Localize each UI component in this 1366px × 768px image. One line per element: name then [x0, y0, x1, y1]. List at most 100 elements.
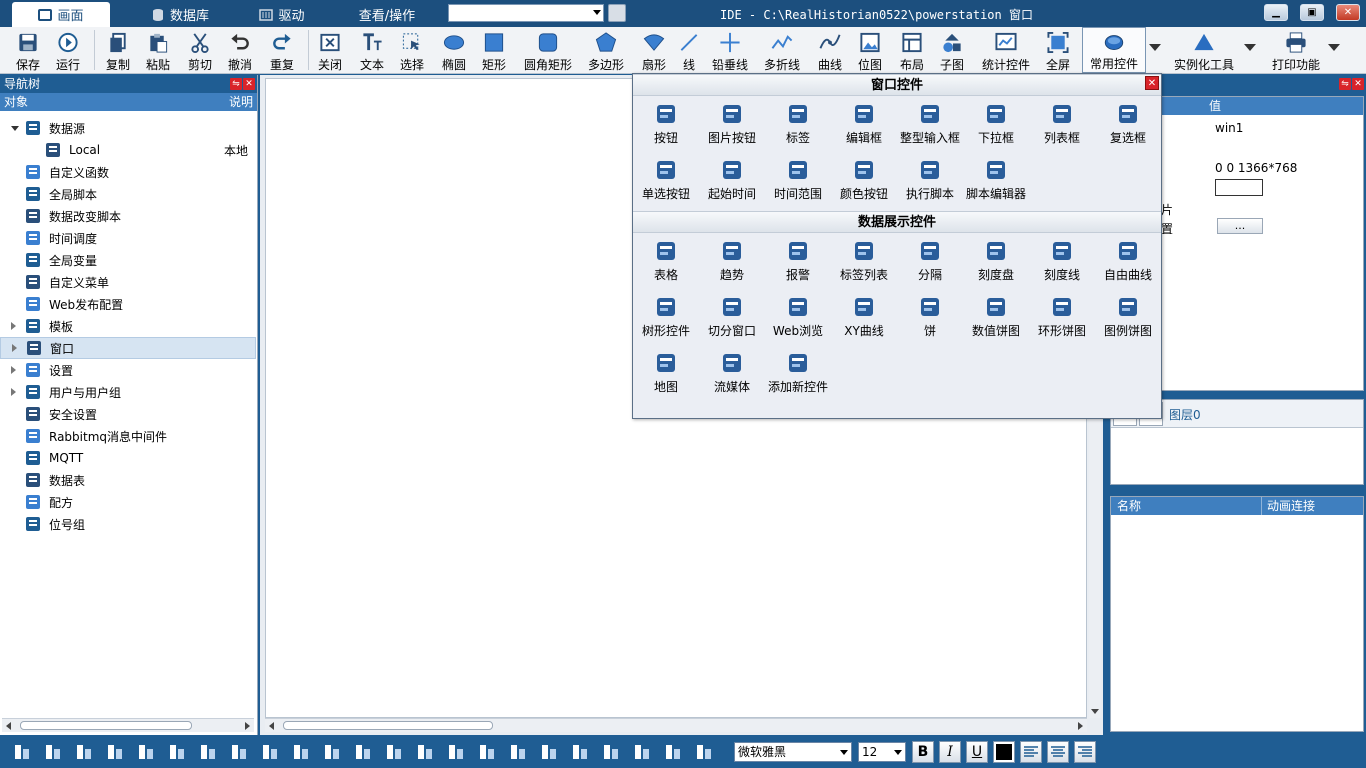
- curve-tool-button[interactable]: 曲线: [812, 27, 848, 73]
- tab-view-operate[interactable]: 查看/操作: [352, 2, 422, 27]
- tree-node[interactable]: 窗口: [0, 337, 256, 359]
- popup-close-button[interactable]: ✕: [1145, 76, 1159, 90]
- control-item[interactable]: 按钮: [633, 96, 699, 150]
- align-right-edges-button[interactable]: [72, 740, 96, 764]
- plumb-line-tool-button[interactable]: 铅垂线: [708, 27, 752, 73]
- align-left-edges-button[interactable]: [41, 740, 65, 764]
- ellipse-tool-button[interactable]: 椭圆: [436, 27, 472, 73]
- align-center-button[interactable]: [1047, 741, 1069, 763]
- expand-icon[interactable]: [11, 322, 16, 330]
- font-size-select[interactable]: 12: [858, 742, 906, 762]
- align-left-button[interactable]: [1020, 741, 1042, 763]
- print-button[interactable]: 打印功能: [1266, 27, 1326, 73]
- control-item[interactable]: 自由曲线: [1095, 233, 1161, 287]
- rectangle-tool-button[interactable]: 矩形: [476, 27, 512, 73]
- line-tool-button[interactable]: 线: [672, 27, 706, 73]
- align-bottom-button[interactable]: [103, 740, 127, 764]
- copy-button[interactable]: 复制: [100, 27, 136, 73]
- property-browse-button[interactable]: ...: [1217, 218, 1263, 234]
- close-button[interactable]: ✕: [1336, 4, 1360, 21]
- minimize-button[interactable]: ▁: [1264, 4, 1288, 21]
- stats-control-button[interactable]: 统计控件: [978, 27, 1034, 73]
- font-family-select[interactable]: 微软雅黑: [734, 742, 852, 762]
- expand-icon[interactable]: [12, 344, 17, 352]
- move-button[interactable]: [289, 740, 313, 764]
- control-item[interactable]: XY曲线: [831, 289, 897, 343]
- expand-icon[interactable]: [11, 366, 16, 374]
- maximize-button[interactable]: ▣: [1300, 4, 1324, 21]
- tab-driver[interactable]: 驱动: [252, 2, 312, 27]
- pin-icon[interactable]: ⇋: [230, 78, 242, 90]
- tree-node[interactable]: 位号组: [0, 513, 256, 535]
- nav-horizontal-scrollbar[interactable]: [2, 718, 254, 732]
- control-item[interactable]: 树形控件: [633, 289, 699, 343]
- select-tool-button[interactable]: 选择: [394, 27, 430, 73]
- tab-database[interactable]: 数据库: [140, 2, 220, 27]
- layout-tool-button[interactable]: 布局: [894, 27, 930, 73]
- collapse-icon[interactable]: [11, 125, 19, 131]
- run-button[interactable]: 运行: [50, 27, 86, 73]
- same-width-button[interactable]: [227, 740, 251, 764]
- italic-button[interactable]: I: [939, 741, 961, 763]
- control-item[interactable]: 添加新控件: [765, 345, 831, 399]
- control-item[interactable]: 饼: [897, 289, 963, 343]
- fullscreen-button[interactable]: 全屏: [1040, 27, 1076, 73]
- scroll-right-icon[interactable]: [1078, 722, 1083, 730]
- control-item[interactable]: 表格: [633, 233, 699, 287]
- rotate-button[interactable]: [537, 740, 561, 764]
- chevron-down-icon[interactable]: [1328, 44, 1340, 51]
- control-item[interactable]: 环形饼图: [1029, 289, 1095, 343]
- tree-node[interactable]: 设置: [0, 359, 256, 381]
- tree-node[interactable]: Rabbitmq消息中间件: [0, 425, 256, 447]
- tree-node[interactable]: 用户与用户组: [0, 381, 256, 403]
- tree-node[interactable]: 时间调度: [0, 227, 256, 249]
- property-color-swatch[interactable]: [1215, 179, 1263, 196]
- close-icon[interactable]: ✕: [243, 78, 255, 90]
- control-item[interactable]: 下拉框: [963, 96, 1029, 150]
- control-item[interactable]: 流媒体: [699, 345, 765, 399]
- group-button[interactable]: [351, 740, 375, 764]
- control-item[interactable]: 刻度盘: [963, 233, 1029, 287]
- tree-node[interactable]: 配方: [0, 491, 256, 513]
- tree-node[interactable]: 自定义函数: [0, 161, 256, 183]
- control-item[interactable]: 图片按钮: [699, 96, 765, 150]
- control-item[interactable]: 单选按钮: [633, 152, 699, 206]
- control-item[interactable]: 起始时间: [699, 152, 765, 206]
- scroll-thumb[interactable]: [20, 721, 192, 730]
- align-right-button[interactable]: [1074, 741, 1096, 763]
- tree-node[interactable]: 模板: [0, 315, 256, 337]
- save-button[interactable]: 保存: [10, 27, 46, 73]
- scroll-down-icon[interactable]: [1091, 709, 1099, 714]
- tab-screen[interactable]: 画面: [12, 2, 110, 27]
- send-back-button[interactable]: [444, 740, 468, 764]
- tree-node[interactable]: 全局变量: [0, 249, 256, 271]
- resize-button[interactable]: [320, 740, 344, 764]
- grid-button[interactable]: [10, 740, 34, 764]
- chevron-down-icon[interactable]: [1244, 44, 1256, 51]
- pin-icon[interactable]: ⇋: [1339, 78, 1351, 90]
- close-icon[interactable]: ✕: [1352, 78, 1364, 90]
- bitmap-tool-button[interactable]: 位图: [852, 27, 888, 73]
- search-combo[interactable]: [448, 4, 604, 22]
- redo-button[interactable]: 重复: [264, 27, 300, 73]
- control-item[interactable]: 分隔: [897, 233, 963, 287]
- lock-button[interactable]: [661, 740, 685, 764]
- control-item[interactable]: 颜色按钮: [831, 152, 897, 206]
- control-item[interactable]: 列表框: [1029, 96, 1095, 150]
- bold-button[interactable]: B: [912, 741, 934, 763]
- control-item[interactable]: 刻度线: [1029, 233, 1095, 287]
- align-top-button[interactable]: [134, 740, 158, 764]
- control-item[interactable]: 数值饼图: [963, 289, 1029, 343]
- control-item[interactable]: 切分窗口: [699, 289, 765, 343]
- flip-v-button[interactable]: [506, 740, 530, 764]
- scroll-right-icon[interactable]: [245, 722, 250, 730]
- tree-node[interactable]: 数据表: [0, 469, 256, 491]
- polygon-tool-button[interactable]: 多边形: [584, 27, 628, 73]
- control-item[interactable]: 趋势: [699, 233, 765, 287]
- tree-node[interactable]: 自定义菜单: [0, 271, 256, 293]
- align-v-center-button[interactable]: [196, 740, 220, 764]
- unlock-button[interactable]: [692, 740, 716, 764]
- paste-button[interactable]: 粘贴: [140, 27, 176, 73]
- bring-front-button[interactable]: [413, 740, 437, 764]
- scroll-thumb[interactable]: [283, 721, 493, 730]
